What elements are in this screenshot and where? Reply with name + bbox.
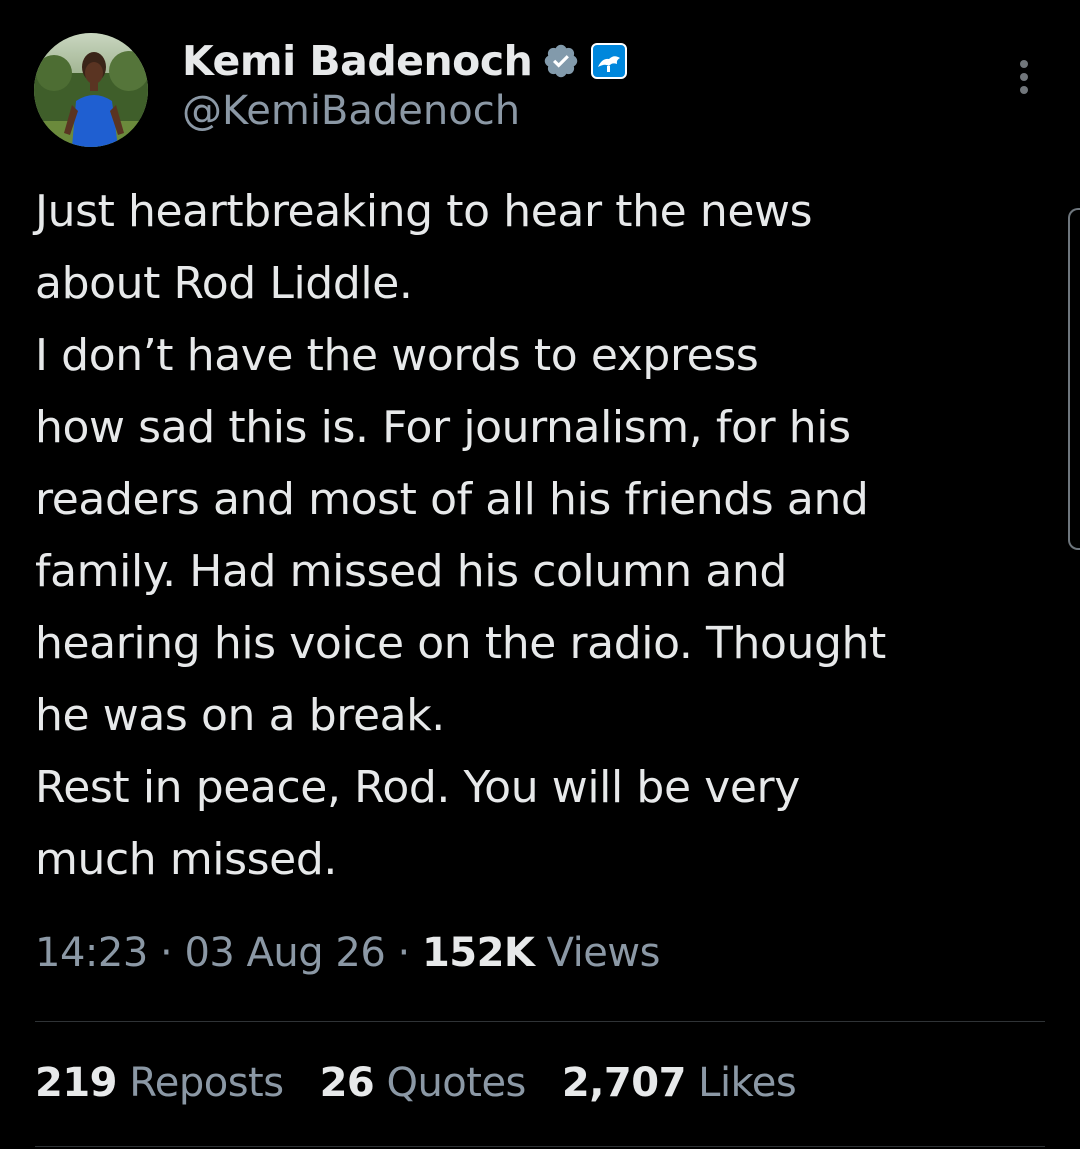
tweet-text-line: readers and most of all his friends and (35, 474, 869, 525)
tweet-text-line: much missed. (35, 834, 337, 885)
author-name-row: Kemi Badenoch (182, 34, 628, 88)
likes-label: Likes (698, 1060, 797, 1106)
party-affiliation-icon[interactable] (590, 42, 628, 80)
more-options-icon[interactable] (1004, 54, 1044, 104)
divider (35, 1021, 1045, 1022)
tweet-date[interactable]: 03 Aug 26 (184, 930, 385, 976)
tweet-text-line: about Rod Liddle. (35, 258, 413, 309)
tweet-text-line: Just heartbreaking to hear the news (35, 186, 813, 237)
engagement-stats: 219 Reposts 26 Quotes 2,707 Likes (35, 1060, 797, 1106)
likes-stat[interactable]: 2,707 Likes (561, 1060, 797, 1106)
tweet-meta: 14:23 · 03 Aug 26 · 152K Views (35, 930, 660, 976)
tweet-text-line: he was on a break. (35, 690, 445, 741)
tweet-text-line: I don’t have the words to express (35, 330, 759, 381)
tweet-text-line: Rest in peace, Rod. You will be very (35, 762, 800, 813)
reposts-count: 219 (35, 1060, 118, 1106)
divider (35, 1146, 1045, 1147)
author-handle[interactable]: @KemiBadenoch (182, 88, 520, 134)
quotes-count: 26 (319, 1060, 375, 1106)
quotes-stat[interactable]: 26 Quotes (319, 1060, 527, 1106)
tweet-time[interactable]: 14:23 (35, 930, 148, 976)
tweet-text-line: how sad this is. For journalism, for his (35, 402, 851, 453)
meta-separator: · (397, 930, 411, 976)
likes-count: 2,707 (561, 1060, 687, 1106)
tweet-text-line: hearing his voice on the radio. Thought (35, 618, 886, 669)
tweet-text: Just heartbreaking to hear the news abou… (35, 176, 1045, 896)
avatar[interactable] (34, 33, 148, 147)
quotes-label: Quotes (386, 1060, 526, 1106)
reposts-stat[interactable]: 219 Reposts (35, 1060, 284, 1106)
views-count: 152K (421, 930, 535, 976)
verified-badge-icon[interactable] (542, 42, 580, 80)
author-display-name[interactable]: Kemi Badenoch (182, 37, 533, 85)
tweet-detail: Kemi Badenoch @KemiBadenoch Just heartbr… (0, 0, 1080, 1149)
scrollbar[interactable] (1068, 208, 1080, 550)
meta-separator: · (160, 930, 173, 976)
views-label: Views (546, 930, 661, 976)
reposts-label: Reposts (129, 1060, 284, 1106)
tweet-text-line: family. Had missed his column and (35, 546, 787, 597)
